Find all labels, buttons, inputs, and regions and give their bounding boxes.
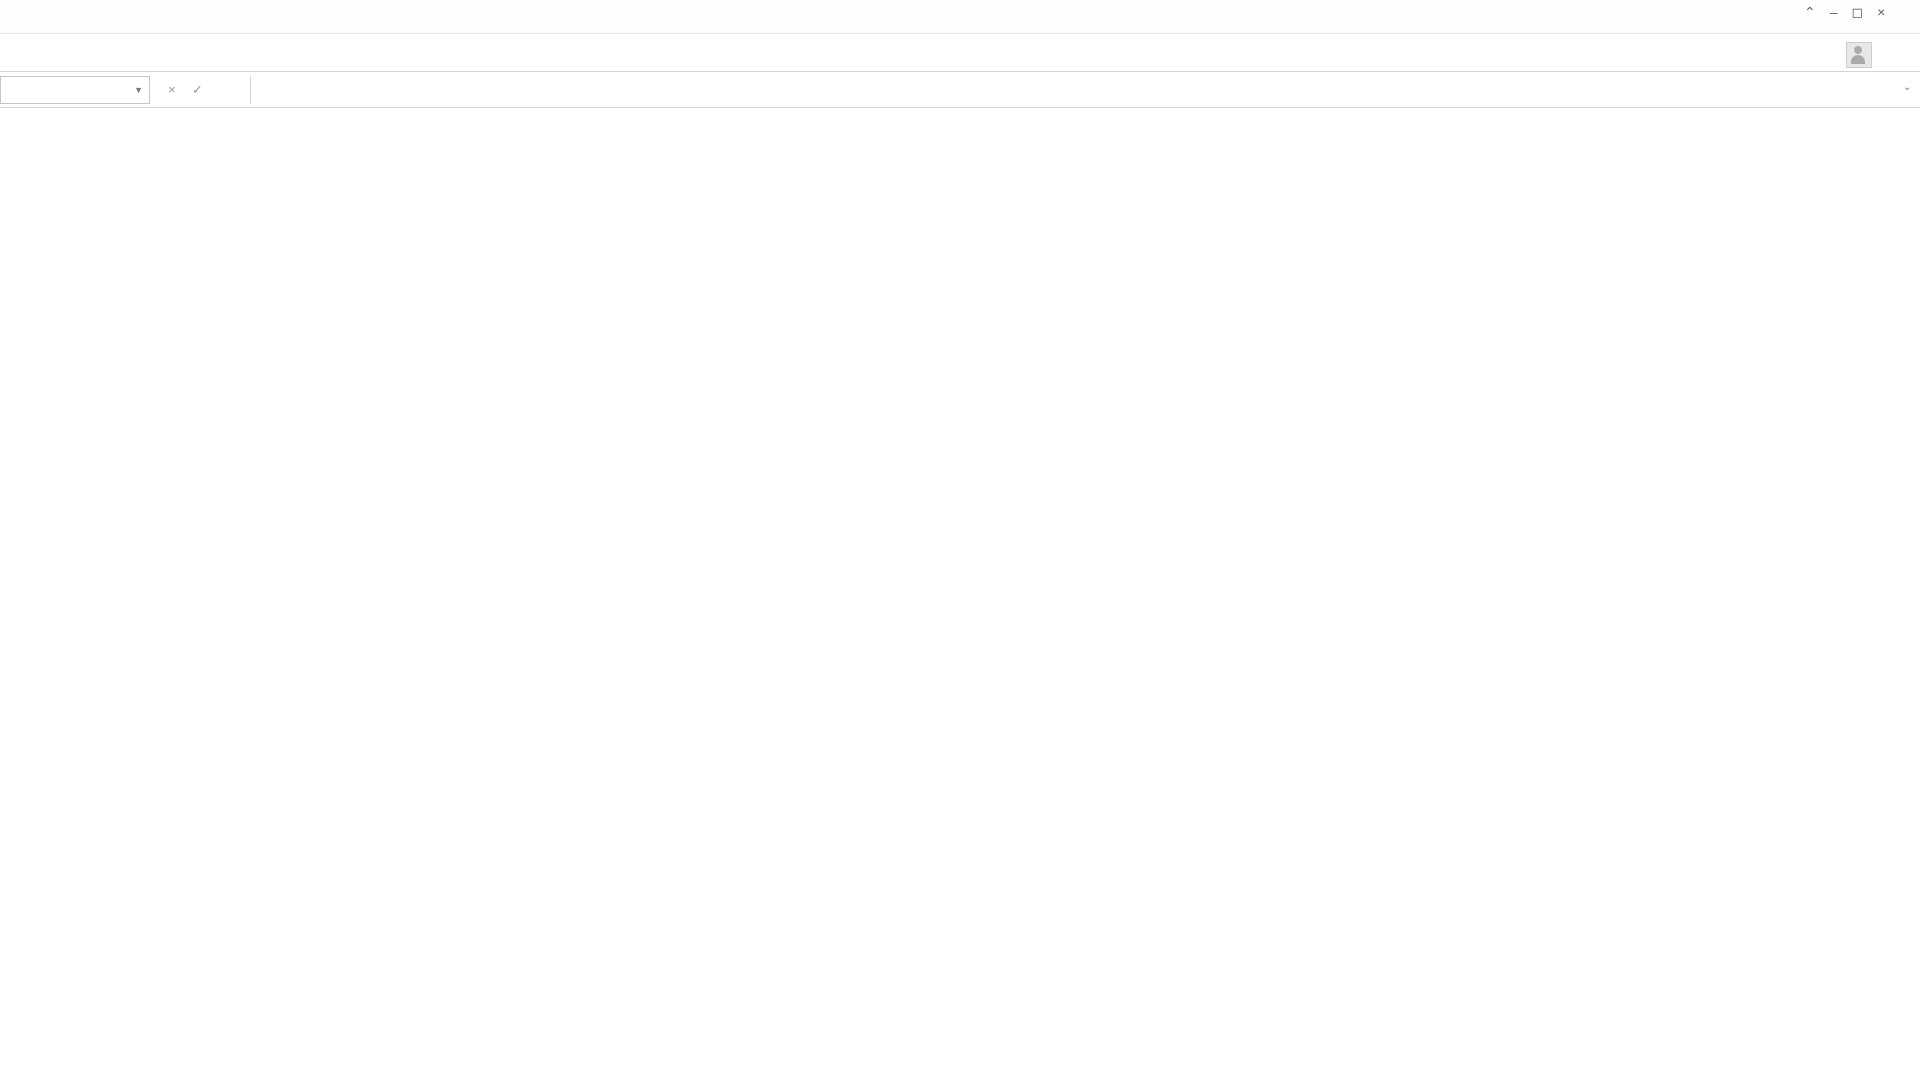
- formula-input[interactable]: [250, 76, 1900, 104]
- ribbon-tab-bar: [0, 34, 1920, 72]
- cancel-icon[interactable]: ×: [168, 82, 176, 97]
- close-button[interactable]: ×: [1877, 4, 1885, 21]
- formula-bar: ▼ × ✓ ⌄: [0, 72, 1920, 108]
- title-bar: ⌃ – ◻ ×: [0, 0, 1920, 34]
- name-box-dropdown-icon[interactable]: ▼: [134, 85, 143, 95]
- name-box[interactable]: ▼: [0, 76, 150, 104]
- ribbon-options-button[interactable]: ⌃: [1804, 4, 1816, 21]
- minimize-button[interactable]: –: [1830, 4, 1838, 21]
- account-avatar-icon[interactable]: [1846, 42, 1872, 68]
- restore-button[interactable]: ◻: [1852, 4, 1864, 21]
- formula-bar-expand-icon[interactable]: ⌄: [1903, 82, 1911, 93]
- excel-window: ⌃ – ◻ × ▼ × ✓ ⌄: [0, 0, 1920, 1080]
- enter-icon[interactable]: ✓: [192, 82, 203, 98]
